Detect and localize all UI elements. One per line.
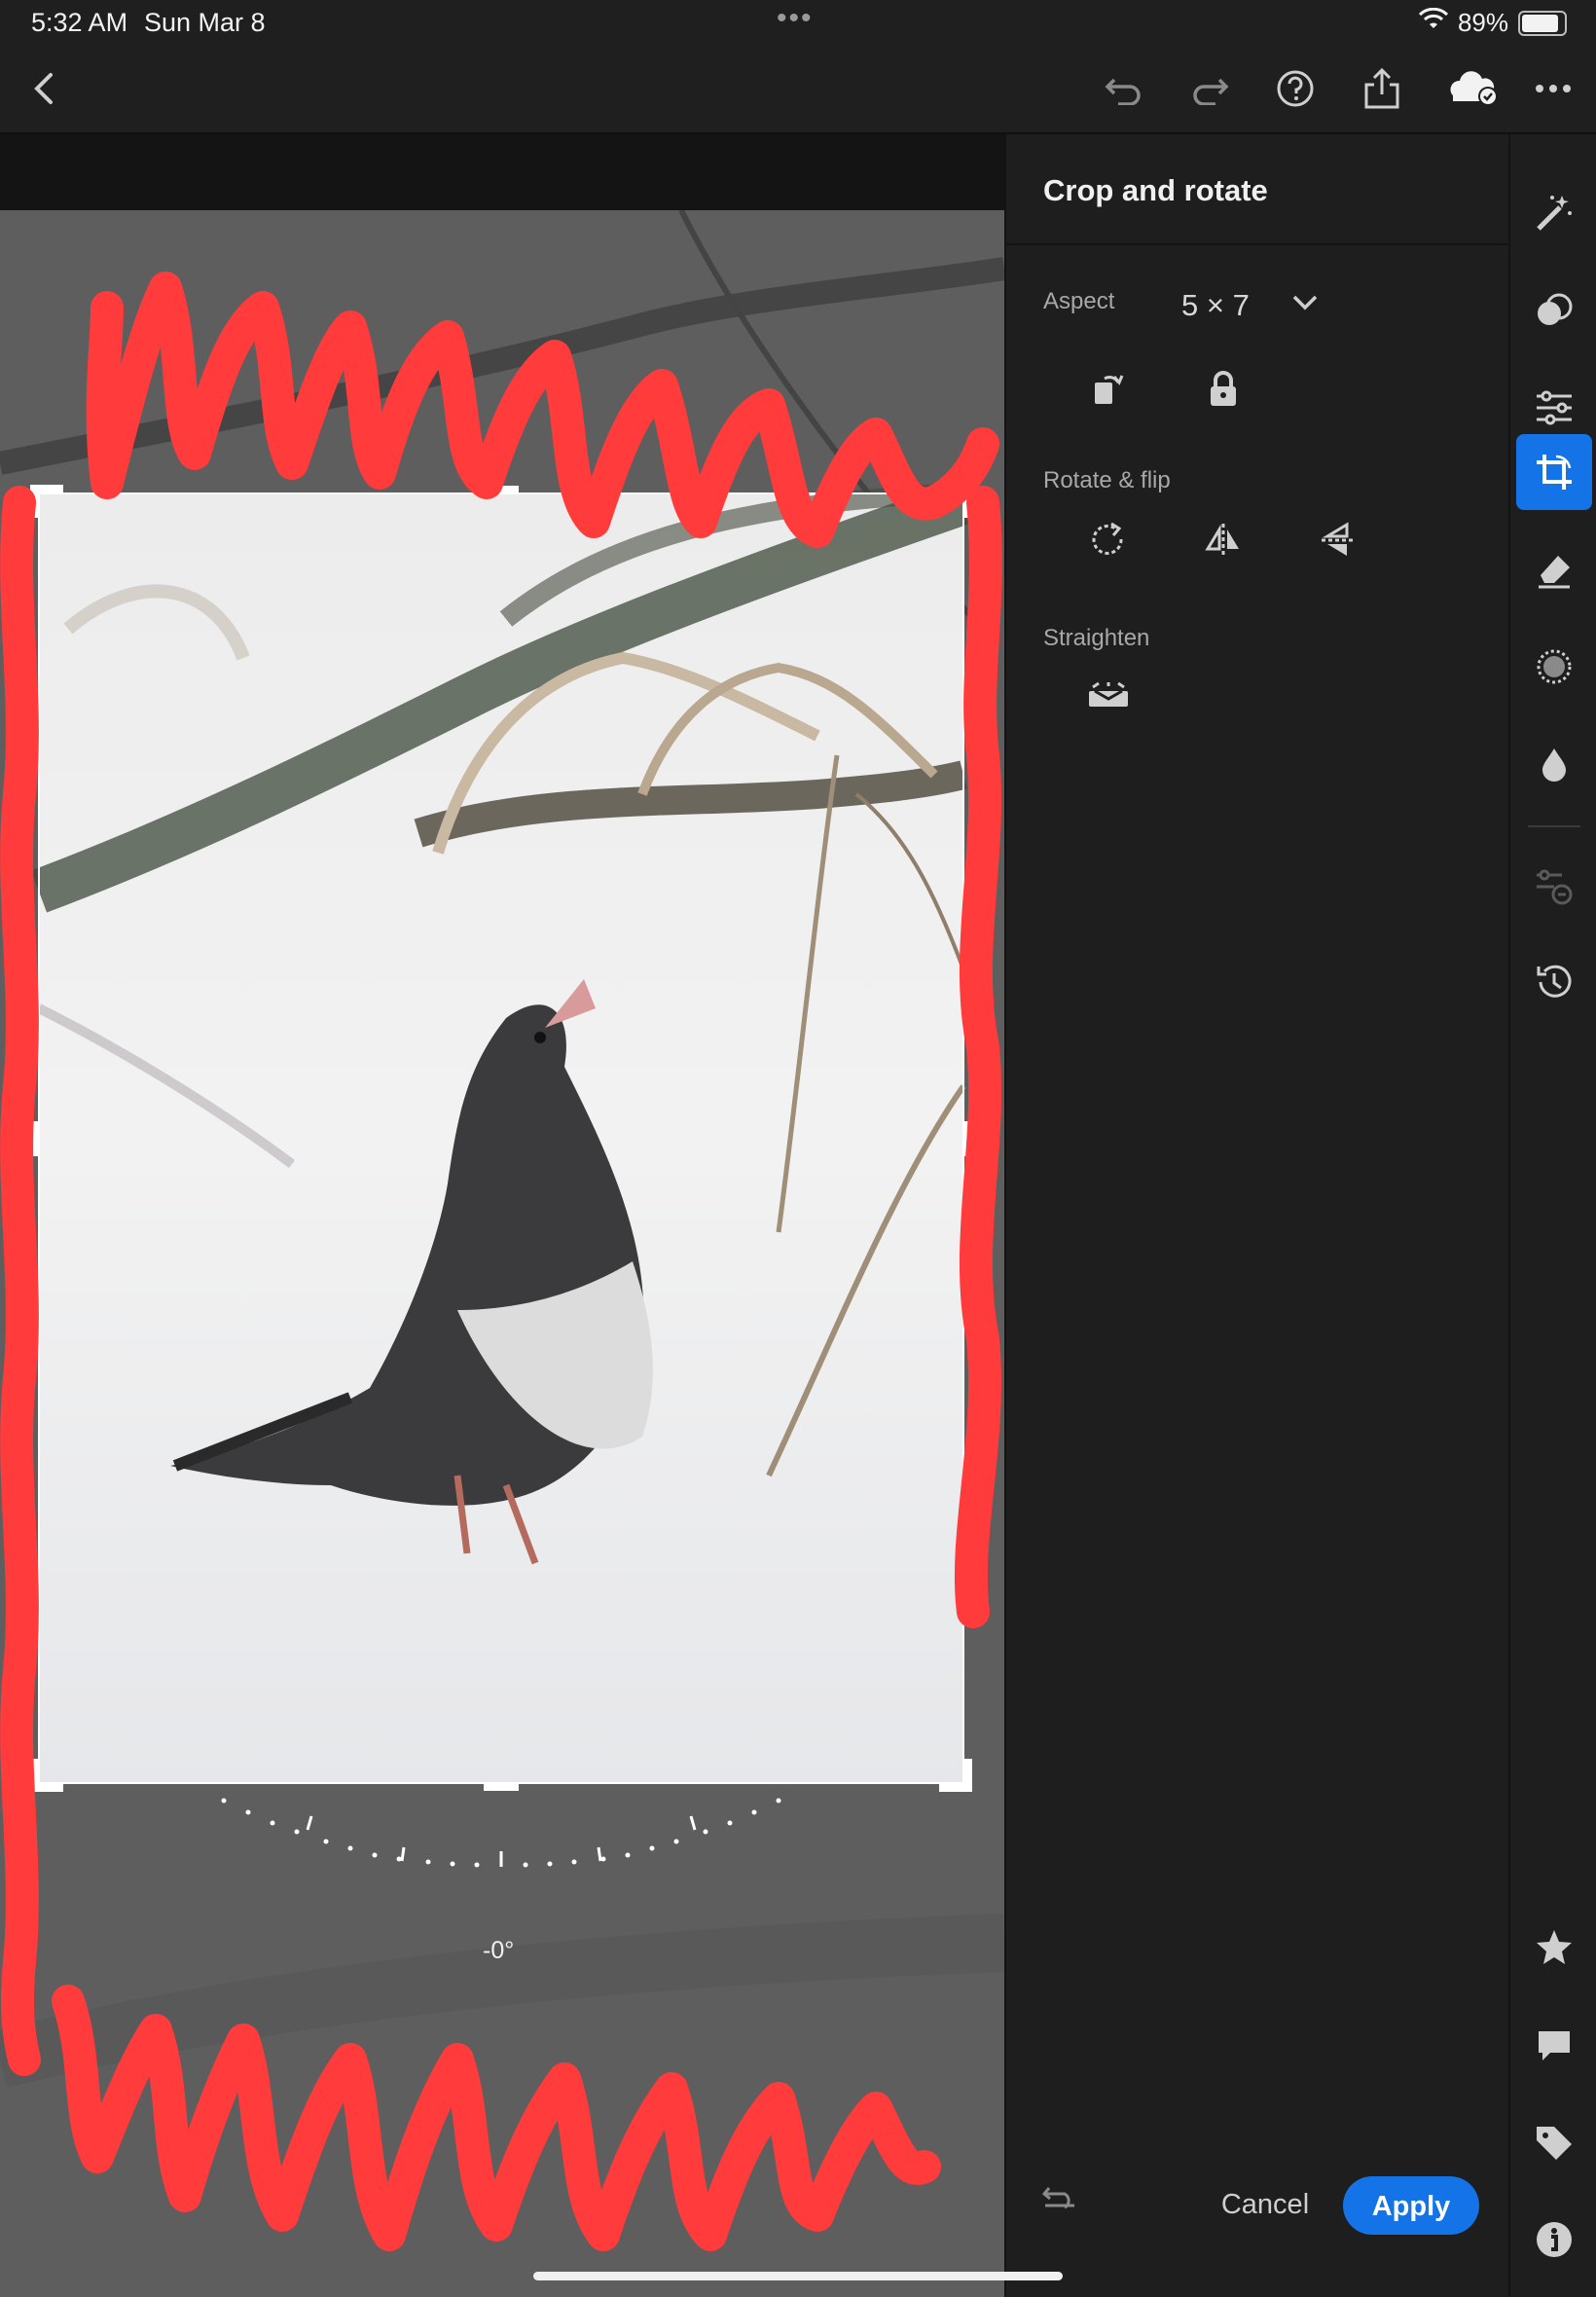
help-icon[interactable] bbox=[1271, 64, 1320, 113]
battery-percent: 89% bbox=[1457, 8, 1508, 37]
presets-icon[interactable] bbox=[1516, 273, 1592, 348]
crop-rotate-icon[interactable] bbox=[1516, 434, 1592, 510]
straighten-label: Straighten bbox=[1043, 625, 1150, 651]
straighten-angle-label: -0° bbox=[483, 1937, 515, 1964]
tool-rail bbox=[1508, 134, 1596, 2297]
cloud-synced-icon[interactable] bbox=[1440, 64, 1508, 113]
battery-icon bbox=[1518, 10, 1567, 36]
status-indicators: 89% bbox=[1418, 7, 1567, 38]
comment-icon[interactable] bbox=[1516, 2007, 1592, 2083]
reset-icon[interactable] bbox=[1035, 2170, 1084, 2219]
rail-separator bbox=[1528, 825, 1580, 827]
healing-eraser-icon[interactable] bbox=[1516, 531, 1592, 607]
rotate-flip-label: Rotate & flip bbox=[1043, 467, 1171, 493]
chevron-down-icon[interactable] bbox=[1281, 278, 1329, 327]
redo-icon[interactable] bbox=[1185, 64, 1234, 113]
cancel-button[interactable]: Cancel bbox=[1207, 2182, 1324, 2225]
auto-straighten-icon[interactable] bbox=[1084, 672, 1133, 720]
battery-level bbox=[1522, 14, 1559, 32]
share-icon[interactable] bbox=[1358, 64, 1406, 113]
masking-icon[interactable] bbox=[1516, 629, 1592, 705]
color-drop-icon[interactable] bbox=[1516, 726, 1592, 802]
photo-area[interactable] bbox=[0, 210, 1004, 2297]
status-bar: 5:32 AM Sun Mar 8 ••• 89% bbox=[0, 0, 1596, 45]
back-icon[interactable] bbox=[19, 64, 68, 113]
top-toolbar bbox=[0, 45, 1596, 134]
wifi-icon bbox=[1418, 7, 1449, 38]
versions-compare-icon[interactable] bbox=[1516, 847, 1592, 923]
auto-edit-icon[interactable] bbox=[1516, 175, 1592, 251]
info-icon[interactable] bbox=[1516, 2202, 1592, 2278]
home-indicator[interactable] bbox=[533, 2272, 1063, 2280]
photo-canvas[interactable]: -0° bbox=[0, 134, 1004, 2297]
canvas-top-strip bbox=[0, 134, 1004, 210]
panel-divider bbox=[1006, 243, 1510, 245]
apply-button[interactable]: Apply bbox=[1343, 2176, 1479, 2235]
flip-vertical-icon[interactable] bbox=[1314, 516, 1362, 565]
rotate-clockwise-icon[interactable] bbox=[1084, 516, 1133, 565]
multitasking-dots[interactable]: ••• bbox=[777, 2, 814, 35]
aspect-label: Aspect bbox=[1043, 288, 1115, 314]
crop-rotate-panel: Crop and rotate Aspect 5 × 7 Rotate & fl… bbox=[1004, 134, 1510, 2297]
flip-horizontal-icon[interactable] bbox=[1199, 516, 1248, 565]
aspect-value[interactable]: 5 × 7 bbox=[1181, 288, 1250, 323]
photo-image bbox=[0, 210, 1004, 2297]
history-icon[interactable] bbox=[1516, 944, 1592, 1020]
lock-icon[interactable] bbox=[1199, 364, 1248, 413]
status-time: 5:32 AM bbox=[31, 8, 128, 37]
status-date: Sun Mar 8 bbox=[144, 8, 266, 37]
star-rating-icon[interactable] bbox=[1516, 1910, 1592, 1986]
panel-title: Crop and rotate bbox=[1043, 173, 1268, 207]
tag-icon[interactable] bbox=[1516, 2104, 1592, 2180]
undo-icon[interactable] bbox=[1100, 64, 1148, 113]
more-icon[interactable] bbox=[1529, 64, 1578, 113]
rotate-aspect-icon[interactable] bbox=[1084, 364, 1133, 413]
